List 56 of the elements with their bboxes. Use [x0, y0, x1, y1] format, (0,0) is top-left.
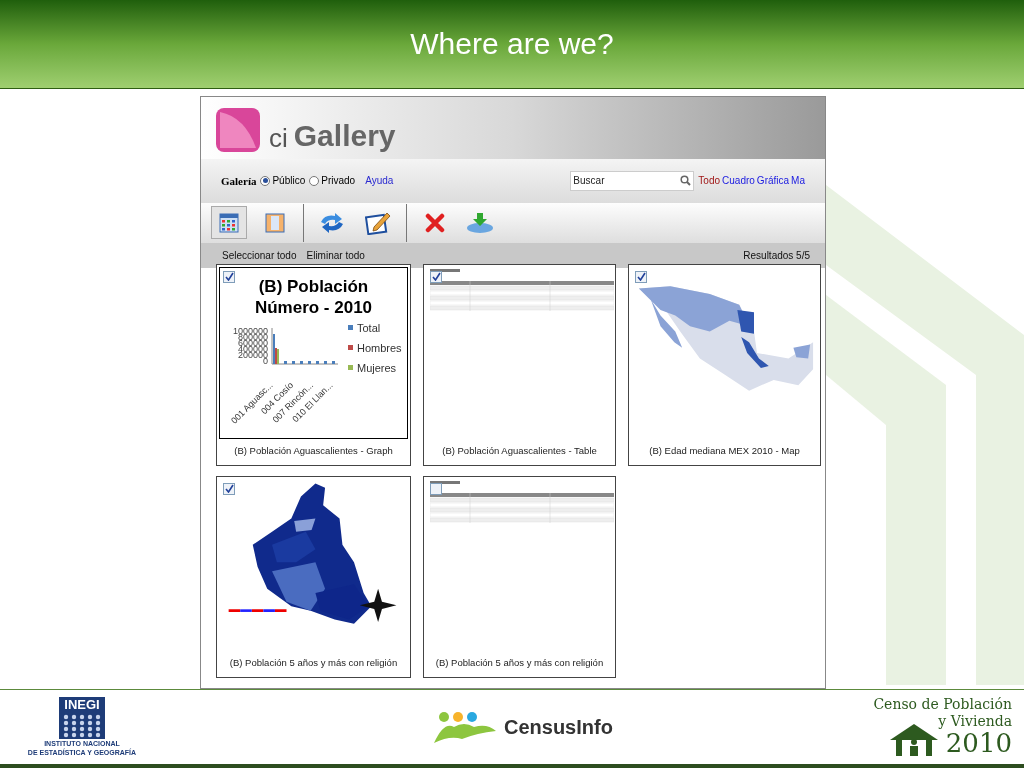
download-icon — [466, 211, 496, 234]
search-field[interactable]: Buscar — [570, 170, 695, 191]
type-filter-link[interactable]: Ma — [791, 173, 805, 189]
card-caption: (B) Población 5 años y más con religión — [228, 655, 399, 670]
help-link[interactable]: Ayuda — [365, 173, 394, 189]
delete-icon — [425, 212, 445, 233]
check-icon — [431, 272, 441, 282]
card-caption: (B) Edad mediana MEX 2010 - Map — [648, 443, 801, 458]
legend-label: Hombres — [357, 340, 402, 356]
census-subtitle: y Vivienda — [938, 712, 1012, 730]
grid-view-icon — [219, 212, 239, 233]
axis-tick-label: 0 — [263, 357, 268, 364]
action-link[interactable]: Seleccionar todo — [222, 247, 297, 263]
gallery-card[interactable]: (B) Población 5 años y más con religión — [216, 475, 411, 678]
axis-tick-label: 400000 — [237, 345, 268, 352]
app-logo-icon — [215, 106, 261, 153]
chart-title: (B) Población — [258, 275, 369, 297]
search-icon — [680, 175, 692, 187]
axis-tick-label: 800000 — [237, 333, 268, 340]
check-icon — [224, 272, 234, 282]
logo-name: Gallery — [293, 120, 396, 151]
axis-tick-label: 600000 — [237, 339, 268, 346]
action-link[interactable]: Eliminar todo — [306, 247, 365, 263]
legend-label: Mujeres — [357, 360, 397, 376]
gallery-card[interactable]: (B) Población 5 años y más con religión — [423, 475, 616, 678]
columns-view-icon — [265, 212, 285, 233]
radio-option[interactable]: Privado — [309, 173, 356, 189]
slide-title: Where are we? — [410, 26, 614, 62]
logo-prefix: ci — [269, 124, 288, 151]
axis-tick-label: 1000000 — [232, 327, 268, 334]
bar-chart-drawing — [270, 325, 340, 366]
toolbar-button[interactable] — [211, 206, 247, 240]
inegi-acronym: INEGI — [64, 696, 100, 713]
type-filter-link[interactable]: Gráfica — [756, 173, 790, 189]
gallery-label: Galería — [221, 173, 257, 189]
type-filter-link[interactable]: Cuadro — [722, 173, 755, 189]
card-caption: (B) Población Aguascalientes - Table — [441, 443, 598, 458]
radio-button[interactable] — [309, 175, 320, 186]
card-caption: (B) Población Aguascalientes - Graph — [233, 443, 394, 458]
chart-title: Número - 2010 — [254, 296, 373, 318]
radio-option[interactable]: Público — [260, 173, 306, 189]
census-title: Censo de Población — [873, 695, 1012, 713]
gallery-card[interactable]: (B) Edad mediana MEX 2010 - Map — [628, 263, 821, 466]
dot-grid-icon — [61, 712, 103, 739]
census-year: 2010 — [945, 727, 1012, 758]
axis-tick-label: 200000 — [237, 351, 268, 358]
type-filter-link[interactable]: Todo — [698, 173, 721, 189]
legend-label: Total — [357, 320, 381, 336]
censusinfo-logo-text: CensusInfo — [504, 714, 613, 740]
radio-button[interactable] — [260, 175, 271, 186]
gallery-card[interactable]: (B) Población Aguascalientes - Table — [423, 263, 616, 466]
card-caption: (B) Población 5 años y más con religión — [434, 655, 605, 670]
search-input[interactable]: Buscar — [573, 173, 674, 189]
check-icon — [224, 484, 234, 494]
check-icon — [636, 272, 646, 282]
results-count: Resultados 5/5 — [743, 248, 810, 263]
